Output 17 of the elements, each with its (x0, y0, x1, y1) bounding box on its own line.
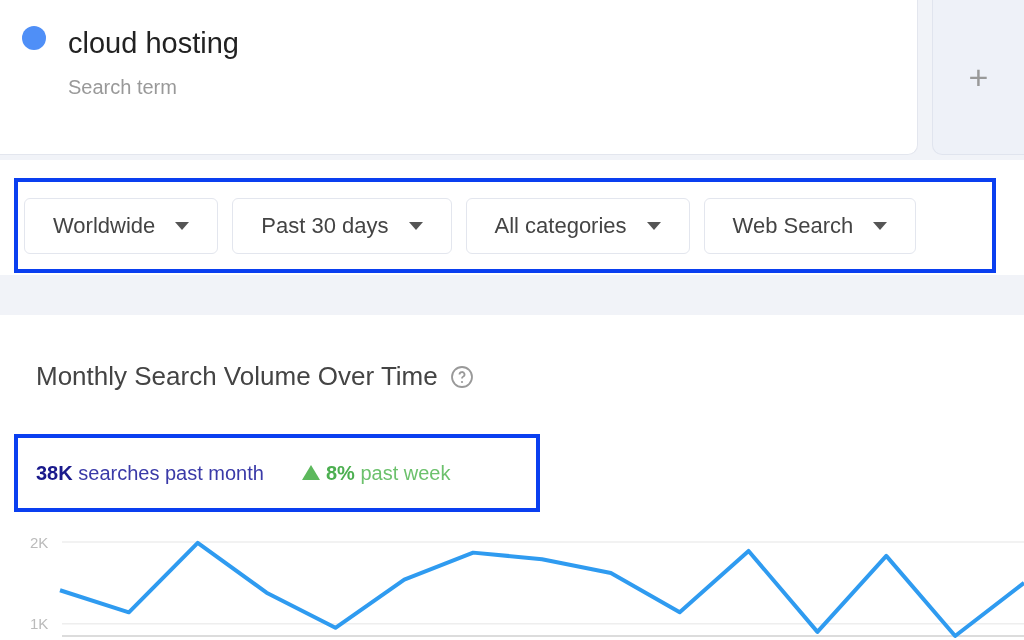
caret-icon (408, 221, 423, 230)
search-term-caption: Search term (68, 74, 178, 100)
caret-icon (175, 221, 190, 230)
caret-icon (646, 221, 661, 230)
axis-tick-label: 2K (30, 532, 49, 553)
filter-dropdown[interactable]: Worldwide (24, 197, 219, 254)
filter-dropdown[interactable]: Web Search (703, 197, 917, 254)
up-triangle-icon (301, 465, 320, 481)
weekly-change: 8% past week (325, 460, 451, 486)
filter-dropdown[interactable]: All categories (465, 197, 690, 254)
section-title: Monthly Search Volume Over Time (36, 360, 438, 393)
search-term-label: cloud hosting (68, 26, 239, 61)
help-icon[interactable] (449, 364, 474, 389)
searches-summary: 38K searches past month (36, 460, 264, 486)
axis-tick-label: 1K (30, 614, 49, 635)
filter-dropdown[interactable]: Past 30 days (232, 197, 452, 254)
caret-icon (873, 221, 888, 230)
